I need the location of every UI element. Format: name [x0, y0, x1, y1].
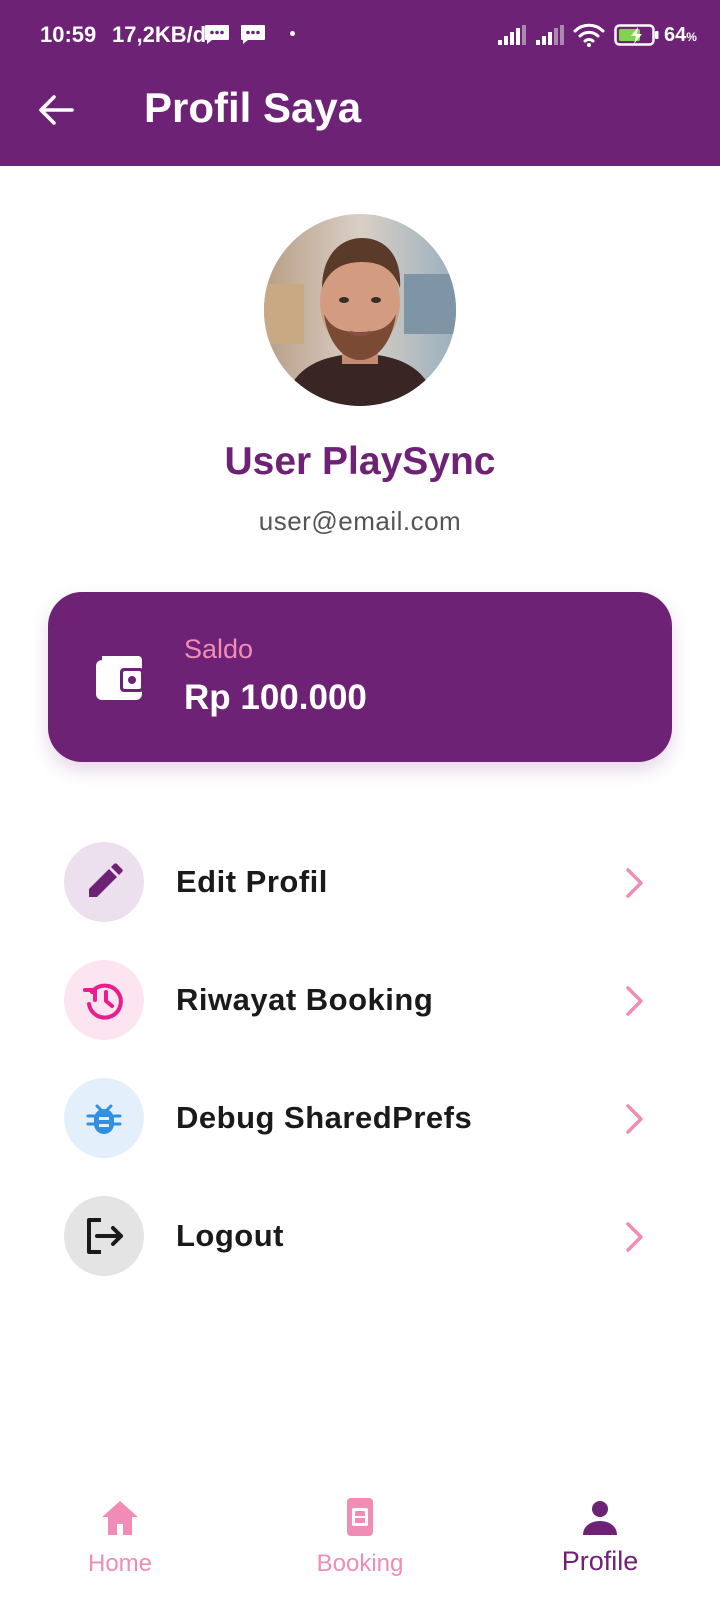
pencil-icon	[89, 863, 123, 897]
menu-icon-circle	[64, 1078, 144, 1158]
page-title: Profil Saya	[144, 84, 362, 131]
signal-icon	[498, 25, 526, 45]
app-bar: 10:59 17,2KB/d 64% Profil Saya	[0, 0, 720, 166]
balance-label: Saldo	[184, 634, 254, 664]
balance-amount: Rp 100.000	[184, 678, 367, 717]
back-button[interactable]	[34, 88, 78, 132]
nav-item-home[interactable]: Home	[0, 1480, 240, 1600]
chevron-right-icon	[626, 1222, 643, 1252]
arrow-left-icon	[39, 95, 74, 125]
user-name: User PlaySync	[224, 440, 496, 483]
nav-item-profile[interactable]: Profile	[480, 1480, 720, 1600]
menu-icon-circle	[64, 842, 144, 922]
avatar-photo	[264, 214, 456, 406]
bottom-navigation: Home Booking Profile	[0, 1480, 720, 1600]
menu-label: Logout	[176, 1218, 285, 1253]
message-icon	[205, 25, 229, 44]
wallet-icon	[96, 656, 144, 700]
menu-icon-circle	[64, 1196, 144, 1276]
balance-card: Saldo Rp 100.000	[48, 592, 672, 762]
menu-icon-circle	[64, 960, 144, 1040]
chevron-right-icon	[626, 1104, 643, 1134]
menu-label: Debug SharedPrefs	[176, 1100, 473, 1135]
user-email: user@email.com	[258, 506, 462, 536]
chevron-right-icon	[626, 986, 643, 1016]
menu-label: Edit Profil	[176, 864, 328, 899]
nav-label: Profile	[561, 1546, 639, 1576]
menu-item-logout[interactable]: Logout	[48, 1186, 672, 1286]
logout-icon	[87, 1218, 123, 1254]
wifi-icon	[573, 23, 605, 47]
chevron-right-icon	[626, 868, 643, 898]
battery-level: 64%	[664, 24, 697, 46]
battery-icon	[614, 24, 659, 46]
bug-icon	[86, 1104, 122, 1134]
status-bar: 10:59 17,2KB/d 64%	[0, 0, 720, 72]
nav-label: Home	[87, 1550, 153, 1577]
person-icon	[583, 1501, 617, 1535]
menu-item-booking-history[interactable]: Riwayat Booking	[48, 950, 672, 1050]
network-speed: 17,2KB/d	[112, 22, 207, 47]
history-icon	[83, 983, 123, 1020]
home-icon	[102, 1501, 138, 1535]
nav-label: Booking	[316, 1550, 404, 1577]
menu-item-debug-sharedprefs[interactable]: Debug SharedPrefs	[48, 1068, 672, 1168]
notification-dot	[290, 31, 295, 36]
signal-icon	[536, 25, 564, 45]
nav-item-booking[interactable]: Booking	[240, 1480, 480, 1600]
menu-label: Riwayat Booking	[176, 982, 434, 1017]
message-icon	[241, 25, 265, 44]
status-time: 10:59	[40, 22, 97, 47]
ticket-icon	[347, 1498, 373, 1536]
avatar	[264, 214, 456, 406]
menu-item-edit-profile[interactable]: Edit Profil	[48, 832, 672, 932]
